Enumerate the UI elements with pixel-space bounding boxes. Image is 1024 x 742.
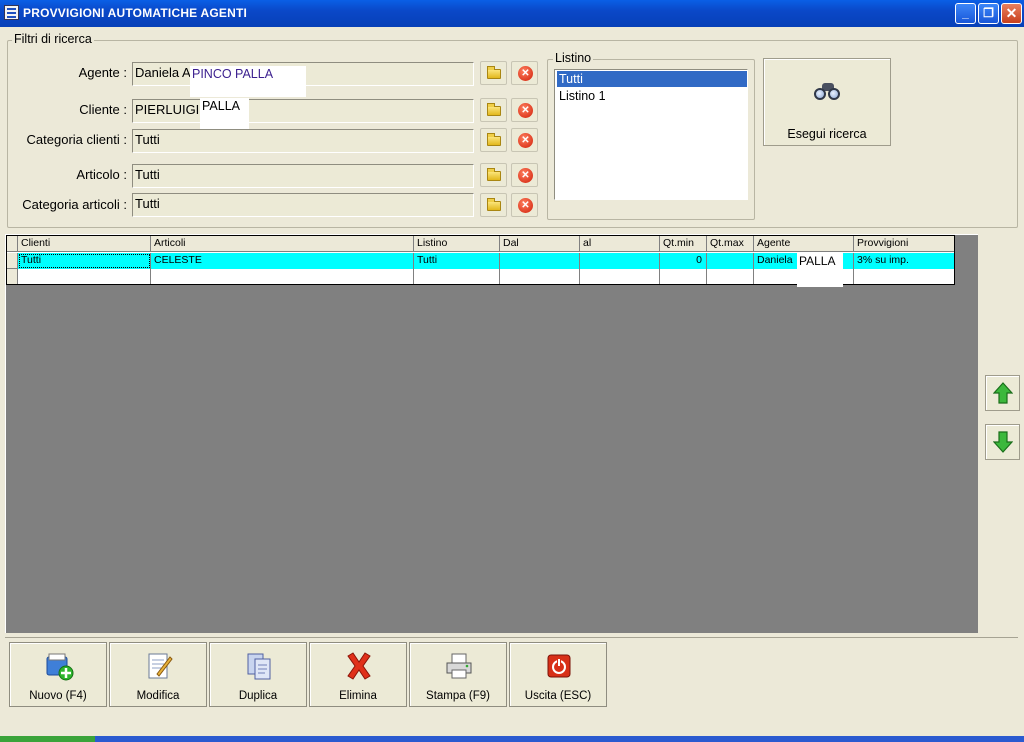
agente-clear-button[interactable]: ✕ <box>511 61 538 85</box>
elimina-label: Elimina <box>339 690 377 702</box>
edit-document-icon <box>148 653 173 679</box>
agente-label: Agente : <box>78 65 127 80</box>
filters-group-title: Filtri di ricerca <box>12 32 94 46</box>
delete-icon <box>347 652 371 680</box>
grid-area <box>5 234 978 633</box>
articolo-label: Articolo : <box>76 167 127 182</box>
articolo-browse-button[interactable] <box>480 163 507 187</box>
app-icon <box>4 5 19 20</box>
taskbar <box>0 736 1024 742</box>
categoria-articoli-clear-button[interactable]: ✕ <box>511 193 538 217</box>
clear-icon: ✕ <box>518 133 533 148</box>
clear-icon: ✕ <box>518 103 533 118</box>
column-header[interactable]: Clienti <box>18 236 151 252</box>
articolo-clear-button[interactable]: ✕ <box>511 163 538 187</box>
column-header[interactable]: Qt.min <box>660 236 707 252</box>
categoria-articoli-label: Categoria articoli : <box>22 197 127 212</box>
articolo-value: Tutti <box>135 167 160 182</box>
uscita-button[interactable]: Uscita (ESC) <box>509 642 607 707</box>
column-header[interactable]: Provvigioni <box>854 236 954 252</box>
table-cell[interactable]: 3% su imp. <box>854 253 954 269</box>
agente-browse-button[interactable] <box>480 61 507 85</box>
column-header[interactable]: Qt.max <box>707 236 754 252</box>
categoria-clienti-clear-button[interactable]: ✕ <box>511 128 538 152</box>
move-down-button[interactable] <box>985 424 1020 460</box>
column-header[interactable]: Agente <box>754 236 854 252</box>
folder-icon <box>487 133 501 146</box>
cliente-clear-button[interactable]: ✕ <box>511 98 538 122</box>
printer-icon <box>446 653 472 679</box>
categoria-clienti-value: Tutti <box>135 132 160 147</box>
table-cell[interactable]: Tutti <box>414 253 500 269</box>
cliente-redaction: PALLA <box>200 98 249 132</box>
cliente-value: PIERLUIGI <box>135 102 200 117</box>
folder-icon <box>487 198 501 211</box>
categoria-clienti-browse-button[interactable] <box>480 128 507 152</box>
cliente-field[interactable]: PIERLUIGI <box>132 99 474 123</box>
categoria-articoli-browse-button[interactable] <box>480 193 507 217</box>
nuovo-button[interactable]: Nuovo (F4) <box>9 642 107 707</box>
arrow-down-icon <box>993 431 1013 453</box>
column-header[interactable]: Listino <box>414 236 500 252</box>
esegui-ricerca-label: Esegui ricerca <box>787 127 867 141</box>
table-cell[interactable]: 0 <box>660 253 707 269</box>
listino-item[interactable]: Tutti <box>557 71 747 87</box>
agente-cell-redaction: PALLA <box>797 253 843 287</box>
column-header[interactable]: al <box>580 236 660 252</box>
stampa-button[interactable]: Stampa (F9) <box>409 642 507 707</box>
clear-icon: ✕ <box>518 66 533 81</box>
categoria-clienti-label: Categoria clienti : <box>26 132 127 147</box>
duplica-label: Duplica <box>238 690 278 702</box>
cliente-label: Cliente : <box>79 102 127 117</box>
title-bar: PROVVIGIONI AUTOMATICHE AGENTI _ ❐ ✕ <box>0 0 1024 27</box>
start-button[interactable] <box>0 736 95 742</box>
categoria-articoli-value: Tutti <box>135 196 160 211</box>
agente-redaction: PINCO PALLA <box>190 66 306 97</box>
cliente-browse-button[interactable] <box>480 98 507 122</box>
move-up-button[interactable] <box>985 375 1020 411</box>
restore-button[interactable]: ❐ <box>978 3 999 24</box>
categoria-articoli-field[interactable]: Tutti <box>132 193 474 217</box>
duplica-button[interactable]: Duplica <box>209 642 307 707</box>
column-header[interactable]: Dal <box>500 236 580 252</box>
column-header[interactable]: Articoli <box>151 236 414 252</box>
folder-icon <box>487 168 501 181</box>
folder-icon <box>487 103 501 116</box>
arrow-up-icon <box>993 382 1013 404</box>
table-cell[interactable]: Tutti <box>18 253 151 269</box>
uscita-label: Uscita (ESC) <box>524 690 592 702</box>
clear-icon: ✕ <box>518 198 533 213</box>
binoculars-icon <box>814 83 842 101</box>
categoria-clienti-field[interactable]: Tutti <box>132 129 474 153</box>
close-button[interactable]: ✕ <box>1001 3 1022 24</box>
articolo-field[interactable]: Tutti <box>132 164 474 188</box>
elimina-button[interactable]: Elimina <box>309 642 407 707</box>
table-cell[interactable]: CELESTE <box>151 253 414 269</box>
stampa-label: Stampa (F9) <box>426 690 490 702</box>
nuovo-label: Nuovo (F4) <box>29 690 87 702</box>
agente-value: Daniela A <box>135 65 191 80</box>
table-cell[interactable] <box>707 253 754 269</box>
minimize-button[interactable]: _ <box>955 3 976 24</box>
new-document-icon <box>46 653 74 681</box>
listino-listbox[interactable]: Tutti Listino 1 <box>554 69 748 200</box>
table-cell[interactable] <box>500 253 580 269</box>
window-title: PROVVIGIONI AUTOMATICHE AGENTI <box>23 6 248 20</box>
folder-icon <box>487 66 501 79</box>
power-icon <box>547 654 571 678</box>
clear-icon: ✕ <box>518 168 533 183</box>
modifica-label: Modifica <box>136 690 180 702</box>
modifica-button[interactable]: Modifica <box>109 642 207 707</box>
esegui-ricerca-button[interactable]: Esegui ricerca <box>763 58 891 146</box>
listino-group-title: Listino <box>553 51 594 65</box>
duplicate-icon <box>247 653 271 680</box>
listino-item[interactable]: Listino 1 <box>557 88 747 104</box>
table-cell[interactable] <box>580 253 660 269</box>
grid-header: Clienti Articoli Listino Dal al Qt.min Q… <box>7 236 954 252</box>
